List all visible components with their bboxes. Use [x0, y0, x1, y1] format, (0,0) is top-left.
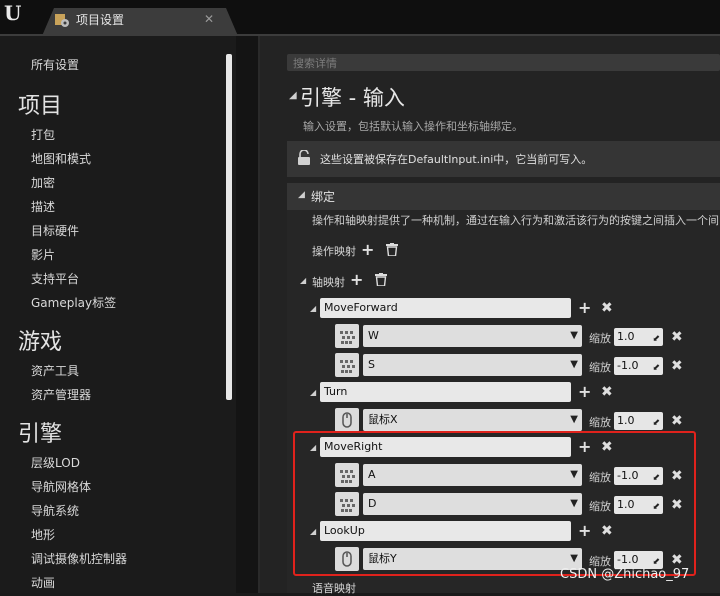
scale-value: -1.0 — [617, 359, 639, 372]
key-value: W — [368, 329, 379, 342]
keyboard-icon[interactable] — [335, 324, 359, 348]
scale-label: 缩放 — [589, 416, 611, 429]
sidebar-item[interactable]: Gameplay标签 — [31, 294, 116, 311]
sidebar-item[interactable]: 导航系统 — [31, 502, 79, 519]
close-icon[interactable]: ✕ — [204, 12, 214, 26]
page-description: 输入设置，包括默认输入操作和坐标轴绑定。 — [303, 120, 523, 133]
bindings-description: 操作和轴映射提供了一种机制，通过在输入行为和激活该行为的按键之间插入一个间 — [312, 214, 719, 227]
collapse-arrow-icon[interactable]: ◢ — [310, 304, 316, 313]
sidebar-item[interactable]: 目标硬件 — [31, 222, 79, 239]
add-axis-mapping-plus-icon[interactable]: + — [350, 272, 363, 288]
key-value: 鼠标X — [368, 413, 398, 426]
keyboard-icon-glyph — [340, 331, 355, 344]
bindings-title: 绑定 — [311, 190, 336, 204]
notice-text: 这些设置被保存在DefaultInput.ini中，它当前可写入。 — [320, 153, 593, 166]
action-mappings-label: 操作映射 — [312, 245, 356, 258]
add-key-plus-icon[interactable]: + — [578, 384, 591, 400]
trash-icon[interactable] — [375, 273, 387, 286]
sidebar-section-engine: 引擎 — [18, 422, 63, 447]
voice-mappings-label: 语音映射 — [312, 582, 356, 595]
page-title: 引擎 - 输入 — [300, 86, 405, 110]
unreal-logo-icon: U — [4, 1, 22, 25]
axis-name-field[interactable]: MoveForward — [320, 298, 571, 318]
scale-field[interactable]: -1.0 ⬋ — [614, 357, 663, 375]
sidebar-item[interactable]: 层级LOD — [31, 454, 80, 471]
sidebar-item[interactable]: 地图和模式 — [31, 150, 91, 167]
collapse-arrow-icon[interactable]: ◢ — [300, 276, 306, 285]
mouse-icon[interactable] — [335, 408, 359, 432]
add-action-mapping-plus-icon[interactable]: + — [361, 242, 374, 258]
sidebar-item-all-settings[interactable]: 所有设置 — [31, 56, 79, 73]
keyboard-icon[interactable] — [335, 353, 359, 377]
spin-arrow-icon: ⬋ — [652, 418, 660, 428]
chevron-down-icon: ▼ — [570, 359, 578, 370]
keyboard-icon-glyph — [340, 360, 355, 373]
sidebar-section-project: 项目 — [18, 94, 63, 119]
sidebar-item[interactable]: 加密 — [31, 174, 55, 191]
search-input[interactable] — [287, 54, 720, 71]
mouse-icon-glyph — [342, 412, 352, 428]
sidebar-item[interactable]: 调试摄像机控制器 — [31, 550, 127, 567]
chevron-down-icon: ▼ — [570, 414, 578, 425]
key-select[interactable]: 鼠标X ▼ — [363, 409, 582, 431]
sidebar-item[interactable]: 导航网格体 — [31, 478, 91, 495]
search-placeholder: 搜索详情 — [293, 57, 337, 70]
spin-arrow-icon: ⬋ — [652, 363, 660, 373]
scale-field[interactable]: 1.0 ⬋ — [614, 328, 663, 346]
scale-field[interactable]: 1.0 ⬋ — [614, 412, 663, 430]
sidebar-item[interactable]: 打包 — [31, 126, 55, 143]
sidebar-item[interactable]: 地形 — [31, 526, 55, 543]
remove-key-x-icon[interactable]: ✖ — [671, 414, 683, 428]
chevron-down-icon: ▼ — [570, 330, 578, 341]
collapse-arrow-icon[interactable]: ◢ — [310, 388, 316, 397]
sidebar-item[interactable]: 影片 — [31, 246, 55, 263]
settings-gear-icon — [55, 14, 69, 27]
sidebar-scrollbar[interactable] — [226, 54, 232, 400]
sidebar-item[interactable]: 资产管理器 — [31, 386, 91, 403]
sidebar-item[interactable]: 描述 — [31, 198, 55, 215]
trash-icon[interactable] — [386, 243, 398, 256]
tab-label: 项目设置 — [76, 13, 125, 27]
key-value: S — [368, 358, 375, 371]
remove-mapping-x-icon[interactable]: ✖ — [601, 301, 613, 315]
remove-key-x-icon[interactable]: ✖ — [671, 330, 683, 344]
highlight-box — [293, 431, 696, 576]
remove-mapping-x-icon[interactable]: ✖ — [601, 385, 613, 399]
sidebar-section-game: 游戏 — [18, 330, 63, 355]
add-key-plus-icon[interactable]: + — [578, 300, 591, 316]
sidebar-item[interactable]: 支持平台 — [31, 270, 79, 287]
sidebar-item[interactable]: 动画 — [31, 574, 55, 591]
remove-key-x-icon[interactable]: ✖ — [671, 359, 683, 373]
collapse-arrow-icon[interactable]: ◢ — [298, 190, 305, 200]
sidebar-item[interactable]: 资产工具 — [31, 362, 79, 379]
axis-name-field[interactable]: Turn — [320, 382, 571, 402]
bindings-category-header[interactable] — [287, 183, 720, 210]
splitter[interactable] — [236, 36, 260, 593]
key-select[interactable]: W ▼ — [363, 325, 582, 347]
scale-label: 缩放 — [589, 361, 611, 374]
unlock-icon — [298, 150, 310, 165]
axis-mappings-label: 轴映射 — [312, 276, 345, 289]
collapse-arrow-icon[interactable]: ◢ — [289, 90, 297, 101]
scale-value: 1.0 — [617, 330, 635, 343]
scale-label: 缩放 — [589, 332, 611, 345]
key-select[interactable]: S ▼ — [363, 354, 582, 376]
spin-arrow-icon: ⬋ — [652, 334, 660, 344]
scale-value: 1.0 — [617, 414, 635, 427]
watermark: CSDN @Zhichao_97 — [560, 567, 690, 582]
